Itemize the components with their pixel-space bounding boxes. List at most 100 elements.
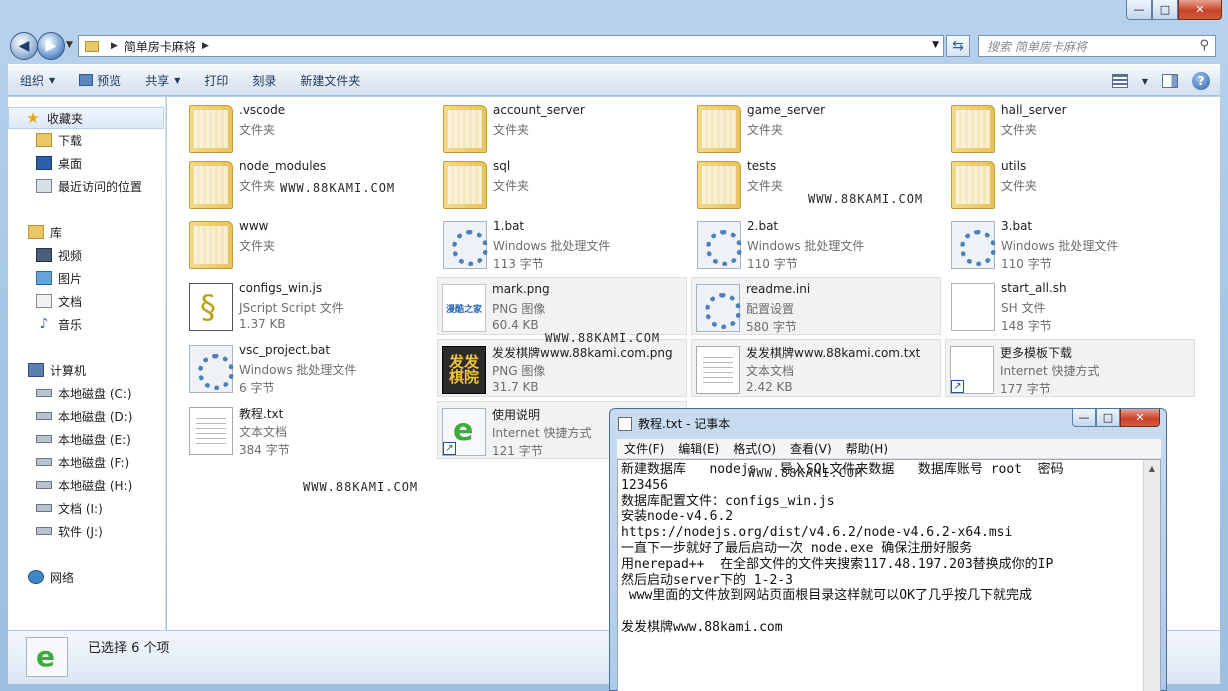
file-item[interactable]: hall_server 文件夹 — [947, 99, 1197, 157]
file-item[interactable]: game_server 文件夹 — [693, 99, 943, 157]
notepad-text[interactable]: 新建数据库 nodejs 导入SQL文件夹数据 数据库账号 root 密码 12… — [621, 462, 1139, 636]
sidebar-item-drive-d[interactable]: 本地磁盘 (D:) — [8, 405, 164, 427]
caret-down-icon: ▼ — [49, 75, 56, 85]
share-button[interactable]: 共享 ▼ — [133, 65, 192, 95]
file-size: 121 字节 — [492, 444, 543, 458]
sidebar-item-drive-j[interactable]: 软件 (J:) — [8, 520, 164, 542]
file-item[interactable]: sql 文件夹 — [439, 155, 689, 213]
preview-button[interactable]: 预览 — [67, 65, 133, 95]
sidebar-item-label: 本地磁盘 (D:) — [58, 409, 133, 424]
file-item[interactable]: account_server 文件夹 — [439, 99, 689, 157]
menu-view[interactable]: 查看(V) — [783, 440, 839, 457]
sidebar-item-music[interactable]: ♪ 音乐 — [8, 313, 164, 335]
sidebar-item-drive-h[interactable]: 本地磁盘 (H:) — [8, 474, 164, 496]
star-icon: ★ — [26, 109, 40, 127]
file-item[interactable]: 2.bat Windows 批处理文件 110 字节 — [693, 215, 943, 273]
file-type: 文件夹 — [239, 179, 276, 193]
chevron-right-icon[interactable]: ▶ — [111, 41, 118, 51]
sidebar-item-network[interactable]: 网络 — [8, 566, 164, 588]
organize-button[interactable]: 组织 ▼ — [8, 65, 67, 95]
file-name: tests — [747, 159, 777, 173]
menu-format[interactable]: 格式(O) — [726, 440, 783, 457]
address-dropdown-icon[interactable]: ▼ — [932, 40, 939, 50]
file-item[interactable]: 1.bat Windows 批处理文件 113 字节 — [439, 215, 689, 273]
search-input[interactable]: 搜索 简单房卡麻将 ⚲ — [978, 35, 1216, 57]
menu-file[interactable]: 文件(F) — [617, 440, 671, 457]
file-item[interactable]: 3.bat Windows 批处理文件 110 字节 — [947, 215, 1197, 273]
file-item[interactable]: utils 文件夹 — [947, 155, 1197, 213]
maximize-button[interactable]: □ — [1152, 0, 1178, 20]
file-item[interactable]: vsc_project.bat Windows 批处理文件 6 字节 — [185, 339, 435, 397]
new-folder-button[interactable]: 新建文件夹 — [288, 65, 372, 95]
sidebar-item-drive-e[interactable]: 本地磁盘 (E:) — [8, 428, 164, 450]
menu-help[interactable]: 帮助(H) — [839, 440, 895, 457]
file-type: 文件夹 — [1001, 123, 1038, 137]
close-button[interactable]: ✕ — [1178, 0, 1222, 20]
search-icon[interactable]: ⚲ — [1199, 38, 1209, 53]
vertical-scrollbar[interactable]: ▲ — [1143, 460, 1160, 691]
view-controls: ▼ ? — [1111, 65, 1210, 97]
file-item[interactable]: configs_win.js JScript Script 文件 1.37 KB — [185, 277, 435, 335]
hard-drive-icon — [36, 527, 52, 535]
notepad-maximize-button[interactable]: □ — [1096, 409, 1120, 427]
folder-icon — [189, 105, 233, 153]
breadcrumb[interactable]: 简单房卡麻将 — [124, 38, 196, 55]
sidebar-item-favorites[interactable]: ★ 收藏夹 — [8, 107, 164, 129]
preview-pane-icon[interactable] — [1162, 74, 1178, 88]
sidebar-item-drive-f[interactable]: 本地磁盘 (F:) — [8, 451, 164, 473]
forward-button[interactable]: ▶ — [37, 32, 65, 60]
file-item[interactable]: readme.ini 配置设置 580 字节 — [691, 277, 941, 335]
sidebar-item-drive-i[interactable]: 文档 (I:) — [8, 497, 164, 519]
print-button[interactable]: 打印 — [192, 65, 240, 95]
file-size: 110 字节 — [1001, 257, 1052, 271]
sidebar-item-label: 图片 — [58, 271, 83, 286]
file-item[interactable]: 发发棋牌www.88kami.com.txt 文本文档 2.42 KB — [691, 339, 941, 397]
sidebar-item-libraries[interactable]: 库 — [8, 221, 164, 243]
scroll-up-icon[interactable]: ▲ — [1144, 460, 1160, 477]
sidebar-item-desktop[interactable]: 桌面 — [8, 152, 164, 174]
sidebar-item-drive-c[interactable]: 本地磁盘 (C:) — [8, 382, 164, 404]
sidebar-item-documents[interactable]: 文档 — [8, 290, 164, 312]
minimize-button[interactable]: — — [1126, 0, 1152, 20]
print-label: 打印 — [204, 73, 229, 88]
folder-icon — [697, 161, 741, 209]
sidebar-item-computer[interactable]: 计算机 — [8, 359, 164, 381]
navigation-bar: ◀ ▶ ▼ ▶ 简单房卡麻将 ▶ ▼ ⇆ 搜索 简单房卡麻将 ⚲ — [0, 30, 1228, 62]
file-name: 发发棋牌www.88kami.com.png — [492, 346, 673, 360]
burn-label: 刻录 — [252, 73, 277, 88]
file-item[interactable]: 教程.txt 文本文档 384 字节 — [185, 401, 435, 459]
address-bar[interactable]: ▶ 简单房卡麻将 ▶ ▼ — [78, 35, 944, 57]
notepad-editor[interactable]: 新建数据库 nodejs 导入SQL文件夹数据 数据库账号 root 密码 12… — [617, 459, 1161, 691]
menu-edit[interactable]: 编辑(E) — [671, 440, 726, 457]
file-item[interactable]: 漫酷之家 mark.png PNG 图像 60.4 KB — [437, 277, 687, 335]
refresh-button[interactable]: ⇆ — [946, 35, 970, 57]
file-item[interactable]: ↗ 更多模板下载 Internet 快捷方式 177 字节 — [945, 339, 1195, 397]
file-type: 文件夹 — [1001, 179, 1038, 193]
sidebar-item-recent[interactable]: 最近访问的位置 — [8, 175, 164, 197]
file-item[interactable]: .vscode 文件夹 — [185, 99, 435, 157]
file-item[interactable]: www 文件夹 — [185, 215, 435, 273]
file-type: JScript Script 文件 — [239, 301, 344, 315]
notepad-close-button[interactable]: ✕ — [1120, 409, 1160, 427]
burn-button[interactable]: 刻录 — [240, 65, 288, 95]
chevron-right-icon[interactable]: ▶ — [202, 41, 209, 51]
file-item[interactable]: 发发 棋院 发发棋牌www.88kami.com.png PNG 图像 31.7… — [437, 339, 687, 397]
search-placeholder: 搜索 简单房卡麻将 — [987, 39, 1087, 54]
view-options-icon[interactable] — [1111, 74, 1128, 88]
back-button[interactable]: ◀ — [10, 32, 38, 60]
sidebar-item-downloads[interactable]: 下载 — [8, 129, 164, 151]
batch-file-icon — [189, 345, 234, 393]
file-item[interactable]: start_all.sh SH 文件 148 字节 — [947, 277, 1197, 335]
batch-file-icon — [443, 221, 488, 269]
history-dropdown-icon[interactable]: ▼ — [66, 40, 73, 50]
file-name: mark.png — [492, 282, 550, 296]
help-icon[interactable]: ? — [1192, 72, 1210, 90]
internet-shortcut-icon: ↗ — [950, 346, 994, 394]
notepad-minimize-button[interactable]: — — [1072, 409, 1096, 427]
caret-down-icon[interactable]: ▼ — [1142, 77, 1148, 86]
sidebar-item-videos[interactable]: 视频 — [8, 244, 164, 266]
sidebar-item-pictures[interactable]: 图片 — [8, 267, 164, 289]
notepad-titlebar[interactable]: 教程.txt - 记事本 — [618, 415, 730, 432]
notepad-caption-buttons: — □ ✕ — [1072, 409, 1160, 427]
file-size: 6 字节 — [239, 381, 275, 395]
